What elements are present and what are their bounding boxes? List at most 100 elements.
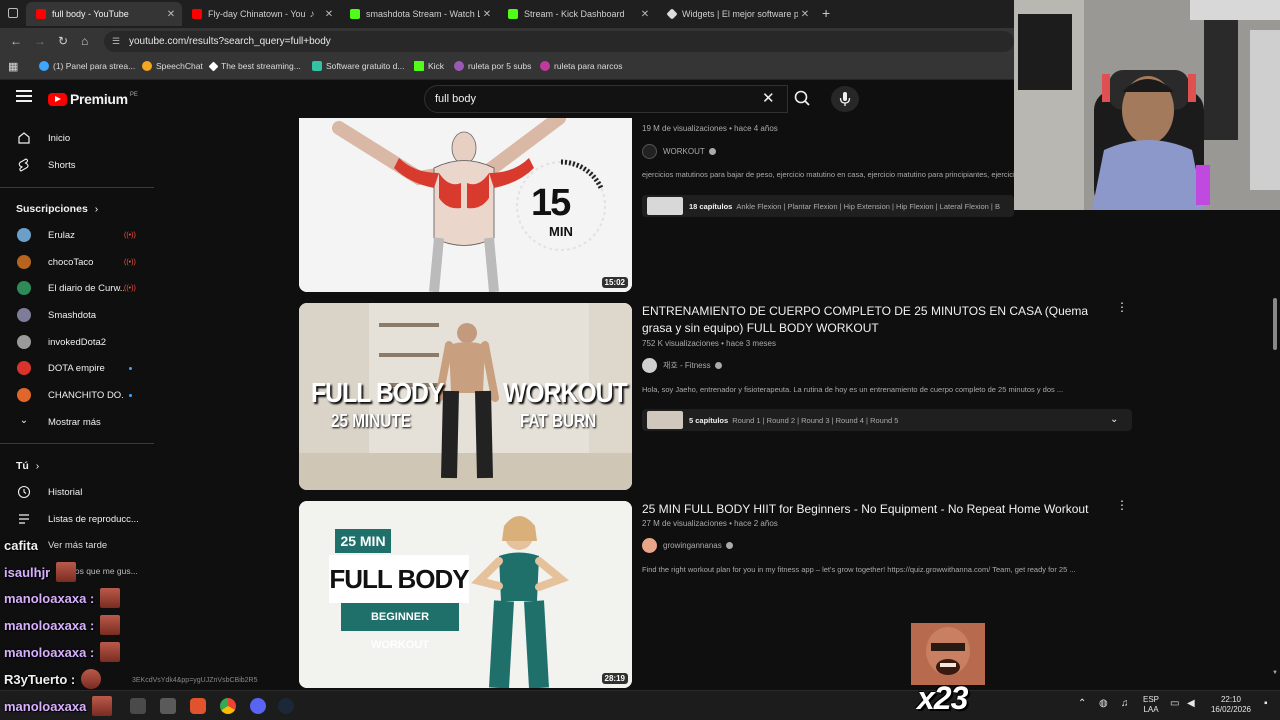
video-title[interactable]: ENTRENAMIENTO DE CUERPO COMPLETO DE 25 M…: [642, 303, 1112, 337]
channel-link[interactable]: 재호 - Fitness: [642, 358, 722, 373]
scrollbar-thumb[interactable]: [1273, 298, 1277, 350]
volume-icon[interactable]: ◀: [1187, 699, 1195, 709]
apps-icon[interactable]: ▦: [8, 60, 18, 73]
bookmark-label: ruleta por 5 subs: [468, 61, 532, 71]
sidebar-channel-invokeddota2[interactable]: invokedDota2: [0, 329, 150, 355]
chat-username: manoloaxaxa :: [4, 644, 95, 660]
close-tab-icon[interactable]: ✕: [322, 9, 336, 20]
video-title[interactable]: 25 MIN FULL BODY HIIT for Beginners - No…: [642, 501, 1112, 518]
sidebar-show-more[interactable]: ⌄ Mostrar más: [0, 409, 150, 435]
sidebar-item-shorts[interactable]: Shorts: [0, 152, 150, 178]
video-thumbnail-3[interactable]: 25 MIN FULL BODY BEGINNER WORKOUT 28:19: [299, 501, 632, 688]
sidebar-channel-diario[interactable]: El diario de Curw... ((•)): [0, 275, 150, 301]
bookmark-panel[interactable]: (1) Panel para strea...: [39, 61, 135, 71]
tab-fly-day-chinatown[interactable]: Fly-day Chinatown - YouTube ♪ ✕: [182, 2, 340, 26]
emote-icon: [100, 615, 121, 635]
network-icon[interactable]: ◍: [1099, 699, 1108, 709]
shorts-icon: [18, 158, 29, 172]
you-label: Tú: [16, 460, 29, 472]
home-icon[interactable]: ⌂: [81, 34, 88, 48]
thumbnail-text: WORKOUT: [503, 377, 628, 408]
search-input[interactable]: full body: [424, 85, 788, 113]
bookmark-ruleta-narcos[interactable]: ruleta para narcos: [540, 61, 623, 71]
you-header[interactable]: Tú ›: [16, 460, 39, 472]
bookmark-label: SpeechChat: [156, 61, 203, 71]
chapters-bar[interactable]: 5 capítulos Round 1 | Round 2 | Round 3 …: [642, 409, 1132, 431]
search-icon: [794, 90, 810, 106]
bookmark-best-streaming[interactable]: The best streaming...: [208, 61, 301, 71]
bookmark-software[interactable]: Software gratuito d...: [312, 61, 404, 71]
steam-icon[interactable]: [278, 698, 294, 714]
address-bar[interactable]: ☰ youtube.com/results?search_query=full+…: [104, 31, 1014, 52]
sidebar-channel-erulaz[interactable]: Erulaz ((•)): [0, 222, 150, 248]
chat-message: isaulhjr: [4, 562, 77, 582]
sidebar-item-history[interactable]: Historial: [0, 479, 150, 505]
bookmark-speechchat[interactable]: SpeechChat: [142, 61, 203, 71]
sidebar-channel-smashdota[interactable]: Smashdota: [0, 302, 150, 328]
chevron-down-icon[interactable]: ⌄: [1110, 414, 1118, 425]
search-button[interactable]: [788, 85, 818, 113]
sidebar-item-home[interactable]: Inicio: [0, 125, 150, 151]
subscriptions-header[interactable]: Suscripciones ›: [16, 203, 98, 215]
thumbnail-text: FULL BODY: [311, 377, 444, 408]
channel-link[interactable]: growingannanas: [642, 538, 733, 553]
app-icon[interactable]: [160, 698, 176, 714]
voice-search-button[interactable]: [831, 86, 859, 112]
forward-icon[interactable]: →: [34, 34, 46, 48]
thumbnail-text: 15: [531, 182, 571, 224]
chrome-icon[interactable]: [220, 698, 236, 714]
close-tab-icon[interactable]: ✕: [798, 9, 812, 20]
bookmark-kick[interactable]: Kick: [414, 61, 444, 71]
chapters-bar[interactable]: 18 capítulos Ankle Flexion | Plantar Fle…: [642, 195, 1014, 217]
tab-youtube-search[interactable]: full body - YouTube ✕: [26, 2, 182, 26]
sidebar-channel-chocotaco[interactable]: chocoTaco ((•)): [0, 249, 150, 275]
subscriptions-label: Suscripciones: [16, 203, 88, 215]
chat-username: manoloaxaxa: [4, 698, 87, 714]
close-tab-icon[interactable]: ✕: [638, 9, 652, 20]
close-tab-icon[interactable]: ✕: [164, 9, 178, 20]
clear-search-icon[interactable]: ✕: [762, 90, 775, 108]
video-meta: 19 M de visualizaciones • hace 4 años: [642, 124, 778, 133]
emote-icon: [911, 623, 985, 685]
notifications-icon[interactable]: ▪: [1264, 699, 1268, 709]
file-explorer-icon[interactable]: [130, 698, 146, 714]
chevron-up-icon[interactable]: ⌃: [1078, 699, 1086, 709]
brave-browser-icon[interactable]: [190, 698, 206, 714]
bookmark-label: (1) Panel para strea...: [53, 61, 136, 71]
thumbnail-tag: 25 MIN: [335, 529, 391, 553]
more-actions-icon[interactable]: ⋮: [1116, 301, 1128, 313]
new-tab-icon[interactable]: +: [822, 5, 830, 21]
video-thumbnail-2[interactable]: FULL BODY 25 MINUTE WORKOUT FAT BURN: [299, 303, 632, 490]
sidebar-channel-chanchito[interactable]: CHANCHITO DO...: [0, 382, 150, 408]
microphone-icon[interactable]: ♫: [1121, 699, 1129, 709]
channel-name: growingannanas: [663, 541, 722, 550]
chat-message: cafita: [4, 538, 38, 553]
more-actions-icon[interactable]: ⋮: [1116, 499, 1128, 511]
display-icon[interactable]: ▭: [1170, 699, 1179, 709]
emote-icon: [81, 669, 102, 689]
back-icon[interactable]: ←: [10, 34, 22, 48]
clock[interactable]: 22:10 16/02/2026: [1206, 695, 1256, 715]
reload-icon[interactable]: ↻: [58, 34, 68, 48]
video-thumbnail-1[interactable]: 15 MIN 15:02: [299, 118, 632, 292]
discord-icon[interactable]: [250, 698, 266, 714]
channel-avatar: [642, 538, 657, 553]
youtube-logo[interactable]: Premium PE: [48, 91, 138, 107]
tab-smashdota-stream[interactable]: smashdota Stream - Watch Live ✕: [340, 2, 498, 26]
language-indicator[interactable]: ESP LAA: [1143, 695, 1159, 715]
menu-icon[interactable]: [16, 90, 32, 104]
tab-kick-dashboard[interactable]: Stream - Kick Dashboard ✕: [498, 2, 656, 26]
channel-link[interactable]: WORKOUT: [642, 144, 716, 159]
tab-widgets[interactable]: Widgets | El mejor software para ✕: [658, 2, 816, 26]
emote-icon: [100, 642, 121, 662]
sidebar-item-playlists[interactable]: Listas de reproducc...: [0, 506, 150, 532]
scroll-down-icon[interactable]: ▼: [1272, 670, 1278, 676]
chat-message: manoloaxaxa: [4, 696, 113, 716]
speaker-icon[interactable]: ♪: [306, 9, 318, 20]
tab-search-icon[interactable]: [8, 8, 18, 18]
site-info-icon[interactable]: ☰: [112, 31, 120, 52]
sidebar-channel-dota-empire[interactable]: DOTA empire: [0, 355, 150, 381]
close-tab-icon[interactable]: ✕: [480, 9, 494, 20]
bookmark-ruleta-subs[interactable]: ruleta por 5 subs: [454, 61, 531, 71]
search-query-text: full body: [435, 93, 476, 105]
